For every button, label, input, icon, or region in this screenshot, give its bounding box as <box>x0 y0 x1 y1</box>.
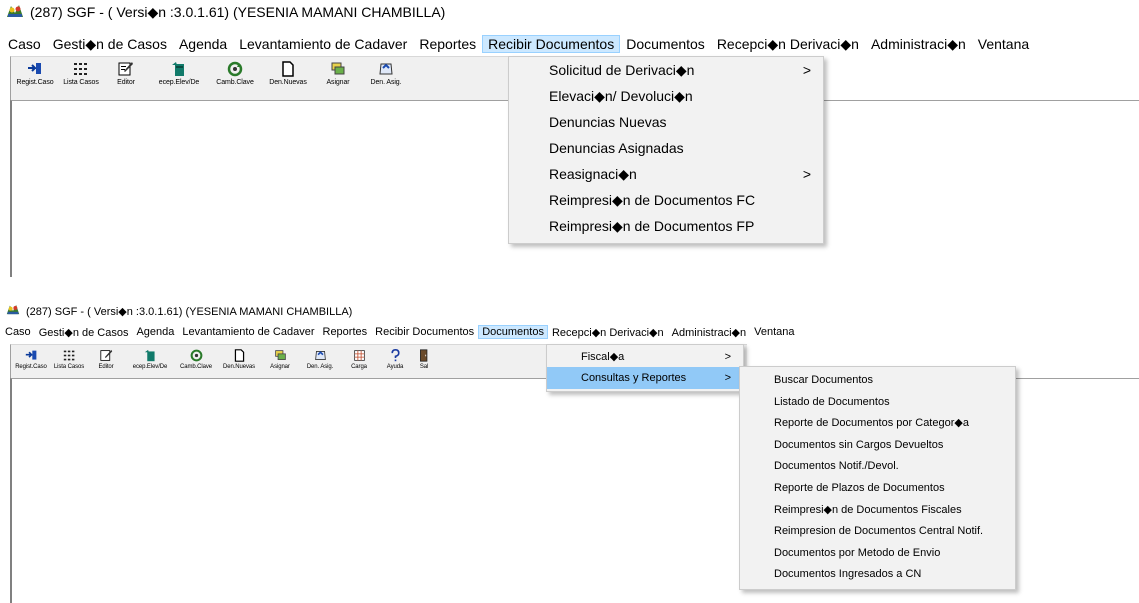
toolbar-asignar-button[interactable]: Asignar <box>261 345 299 379</box>
app-logo-icon <box>6 303 20 319</box>
window-title: (287) SGF - ( Versi◆n :3.0.1.61) (YESENI… <box>26 305 353 318</box>
menu-item-consultas-reportes[interactable]: Consultas y Reportes > <box>547 367 743 389</box>
new-document-icon <box>234 349 244 362</box>
toolbar-den-asig-button[interactable]: Den. Asig. <box>299 345 341 379</box>
menu-item-ingresados-cn[interactable]: Documentos Ingresados a CN <box>740 564 1015 586</box>
trash-elevation-icon <box>144 349 155 362</box>
trash-elevation-icon <box>172 62 184 76</box>
register-case-icon <box>28 63 41 74</box>
menu-item-denuncias-nuevas[interactable]: Denuncias Nuevas <box>509 109 823 135</box>
exit-door-icon <box>419 349 427 362</box>
menu-bar: Caso Gesti◆n de Casos Agenda Levantamien… <box>2 33 1139 55</box>
register-case-icon <box>25 350 36 360</box>
menu-item-solicitud-derivacion[interactable]: Solicitud de Derivaci◆n > <box>509 57 823 83</box>
menu-documentos[interactable]: Documentos <box>620 36 711 52</box>
menu-agenda[interactable]: Agenda <box>173 36 233 52</box>
toolbar-camb-clave-button[interactable]: Camb.Clave <box>175 345 217 379</box>
window-title: (287) SGF - ( Versi◆n :3.0.1.61) (YESENI… <box>30 3 446 20</box>
toolbar-regist-caso-button[interactable]: Regist.Caso <box>11 57 59 101</box>
menu-recepcion-derivacion[interactable]: Recepci◆n Derivaci◆n <box>711 36 865 53</box>
menu-item-buscar-documentos[interactable]: Buscar Documentos <box>740 370 1015 392</box>
toolbar-regist-caso-button[interactable]: Regist.Caso <box>11 345 51 379</box>
menu-caso[interactable]: Caso <box>1 326 35 338</box>
menu-item-metodo-envio[interactable]: Documentos por Metodo de Envio <box>740 543 1015 565</box>
menu-bar: Caso Gesti◆n de Casos Agenda Levantamien… <box>1 323 1139 341</box>
menu-item-denuncias-asignadas[interactable]: Denuncias Asignadas <box>509 135 823 161</box>
toolbar-ecep-elev-button[interactable]: ecep.Elev/De <box>125 345 175 379</box>
menu-item-sin-cargos-devueltos[interactable]: Documentos sin Cargos Devueltos <box>740 435 1015 457</box>
assign-icon <box>274 350 286 360</box>
assigned-icon <box>379 63 393 75</box>
toolbar-lista-casos-button[interactable]: Lista Casos <box>59 57 103 101</box>
menu-gestion-casos[interactable]: Gesti◆n de Casos <box>47 36 173 53</box>
menu-levantamiento[interactable]: Levantamiento de Cadaver <box>233 36 413 52</box>
menu-item-reporte-categoria[interactable]: Reporte de Documentos por Categor◆a <box>740 413 1015 435</box>
assigned-icon <box>314 351 326 360</box>
menu-item-reimpresion-central-notif[interactable]: Reimpresion de Documentos Central Notif. <box>740 521 1015 543</box>
toolbar-den-nuevas-button[interactable]: Den.Nuevas <box>217 345 261 379</box>
help-icon <box>390 349 400 362</box>
submenu-arrow-icon: > <box>724 372 731 384</box>
toolbar-editor-button[interactable]: Editor <box>87 345 125 379</box>
menu-item-reimpresion-fiscales[interactable]: Reimpresi◆n de Documentos Fiscales <box>740 500 1015 522</box>
menu-documentos[interactable]: Documentos <box>478 325 548 339</box>
menu-administracion[interactable]: Administraci◆n <box>865 36 972 53</box>
menu-gestion-casos[interactable]: Gesti◆n de Casos <box>35 326 133 339</box>
change-password-icon <box>227 61 243 77</box>
app-window-1: (287) SGF - ( Versi◆n :3.0.1.61) (YESENI… <box>0 0 1139 300</box>
list-cases-icon <box>63 350 74 361</box>
menu-item-fiscalia[interactable]: Fiscal◆a > <box>547 347 743 367</box>
menu-recibir-documentos[interactable]: Recibir Documentos <box>482 35 621 53</box>
editor-icon <box>118 62 133 76</box>
menu-item-reimpresion-fc[interactable]: Reimpresi◆n de Documentos FC <box>509 187 823 213</box>
menu-item-elevacion-devolucion[interactable]: Elevaci◆n/ Devoluci◆n <box>509 83 823 109</box>
toolbar-ecep-elev-button[interactable]: ecep.Elev/De <box>149 57 209 101</box>
toolbar-lista-casos-button[interactable]: Lista Casos <box>51 345 87 379</box>
menu-caso[interactable]: Caso <box>2 36 47 52</box>
list-cases-icon <box>74 63 87 75</box>
submenu-arrow-icon: > <box>802 62 811 78</box>
toolbar-ayuda-button[interactable]: Ayuda <box>377 345 413 379</box>
editor-icon <box>99 349 112 361</box>
app-window-2: (287) SGF - ( Versi◆n :3.0.1.61) (YESENI… <box>0 300 1139 603</box>
toolbar: Regist.Caso Lista Casos Editor ecep.Elev… <box>10 56 511 101</box>
app-logo-icon <box>6 2 24 22</box>
toolbar-salir-button[interactable]: Sal <box>413 345 435 379</box>
menu-item-reimpresion-fp[interactable]: Reimpresi◆n de Documentos FP <box>509 213 823 239</box>
new-document-icon <box>282 61 294 77</box>
menu-recibir-documentos[interactable]: Recibir Documentos <box>371 326 478 338</box>
toolbar-editor-button[interactable]: Editor <box>103 57 149 101</box>
menu-ventana[interactable]: Ventana <box>750 326 798 338</box>
change-password-icon <box>190 349 202 362</box>
toolbar-camb-clave-button[interactable]: Camb.Clave <box>209 57 261 101</box>
submenu-arrow-icon: > <box>802 166 811 182</box>
menu-item-notif-devol[interactable]: Documentos Notif./Devol. <box>740 456 1015 478</box>
toolbar-carga-button[interactable]: Carga <box>341 345 377 379</box>
menu-ventana[interactable]: Ventana <box>972 36 1035 52</box>
title-bar: (287) SGF - ( Versi◆n :3.0.1.61) (YESENI… <box>0 302 1139 320</box>
toolbar-den-asig-button[interactable]: Den. Asig. <box>361 57 411 101</box>
menu-administracion[interactable]: Administraci◆n <box>668 326 750 339</box>
grid-load-icon <box>353 350 365 361</box>
toolbar-den-nuevas-button[interactable]: Den.Nuevas <box>261 57 315 101</box>
menu-item-listado-documentos[interactable]: Listado de Documentos <box>740 392 1015 414</box>
menu-item-reporte-plazos[interactable]: Reporte de Plazos de Documentos <box>740 478 1015 500</box>
toolbar-asignar-button[interactable]: Asignar <box>315 57 361 101</box>
menu-item-reasignacion[interactable]: Reasignaci◆n > <box>509 161 823 187</box>
menu-agenda[interactable]: Agenda <box>132 326 178 338</box>
title-bar: (287) SGF - ( Versi◆n :3.0.1.61) (YESENI… <box>0 0 1139 24</box>
menu-reportes[interactable]: Reportes <box>319 326 372 338</box>
recibir-documentos-dropdown: Solicitud de Derivaci◆n > Elevaci◆n/ Dev… <box>508 56 824 244</box>
menu-levantamiento[interactable]: Levantamiento de Cadaver <box>178 326 318 338</box>
assign-icon <box>331 62 345 75</box>
menu-reportes[interactable]: Reportes <box>413 36 482 52</box>
consultas-reportes-submenu: Buscar Documentos Listado de Documentos … <box>739 366 1016 590</box>
documentos-dropdown: Fiscal◆a > Consultas y Reportes > <box>546 344 744 392</box>
submenu-arrow-icon: > <box>724 351 731 363</box>
menu-recepcion-derivacion[interactable]: Recepci◆n Derivaci◆n <box>548 326 668 339</box>
